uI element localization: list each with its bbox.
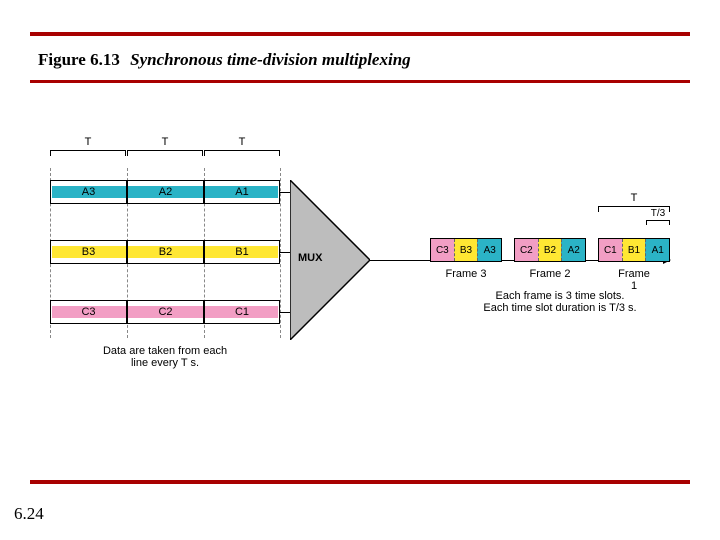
input-bracket-2 [127,150,203,164]
input-period-2: T [162,136,169,148]
slot-C1: C1 [599,239,622,261]
input-note: Data are taken from each line every T s. [50,345,280,369]
cell-A2: A2 [127,180,204,204]
cell-B1: B1 [204,240,280,264]
cell-A1: A1 [204,180,280,204]
cell-A3: A3 [50,180,127,204]
frame-3-label: Frame 3 [446,268,487,280]
slot-A3: A3 [477,239,501,261]
figure-title: Figure 6.13 Synchronous time-division mu… [38,50,411,70]
cell-C1: C1 [204,300,280,324]
slot-B3: B3 [454,239,478,261]
tdm-diagram: T T T A3 A2 A1 B3 B2 B1 C3 [50,150,670,390]
page-number: 6.24 [14,504,44,524]
frame-2: C2 B2 A2 [514,238,586,262]
input-period-1: T [85,136,92,148]
cell-B2: B2 [127,240,204,264]
slot-B2: B2 [538,239,562,261]
output-slot-label: T/3 [651,208,665,219]
frame-1-label: Frame 1 [616,268,652,292]
cell-B3: B3 [50,240,127,264]
cell-C2: C2 [127,300,204,324]
title-underline [30,80,690,83]
output-slot-bracket [646,220,670,228]
output-period-label: T [631,192,638,204]
slot-A2: A2 [561,239,585,261]
cell-C3: C3 [50,300,127,324]
slot-C2: C2 [515,239,538,261]
mux-label: MUX [298,252,322,264]
input-period-3: T [239,136,246,148]
input-row-A: A3 A2 A1 [50,180,280,204]
figure-caption: Synchronous time-division multiplexing [130,50,411,69]
slot-B1: B1 [622,239,646,261]
input-block: T T T A3 A2 A1 B3 B2 B1 C3 [50,150,280,350]
figure-number: Figure 6.13 [38,50,120,69]
input-row-C: C3 C2 C1 [50,300,280,324]
frame-3: C3 B3 A3 [430,238,502,262]
slot-C3: C3 [431,239,454,261]
output-note: Each frame is 3 time slots. Each time sl… [445,290,675,314]
slot-A1: A1 [645,239,669,261]
input-row-B: B3 B2 B1 [50,240,280,264]
frame-1: C1 B1 A1 [598,238,670,262]
bottom-rule [30,480,690,484]
top-rule [30,32,690,36]
frame-2-label: Frame 2 [530,268,571,280]
input-bracket-3 [204,150,280,164]
input-bracket-1 [50,150,126,164]
